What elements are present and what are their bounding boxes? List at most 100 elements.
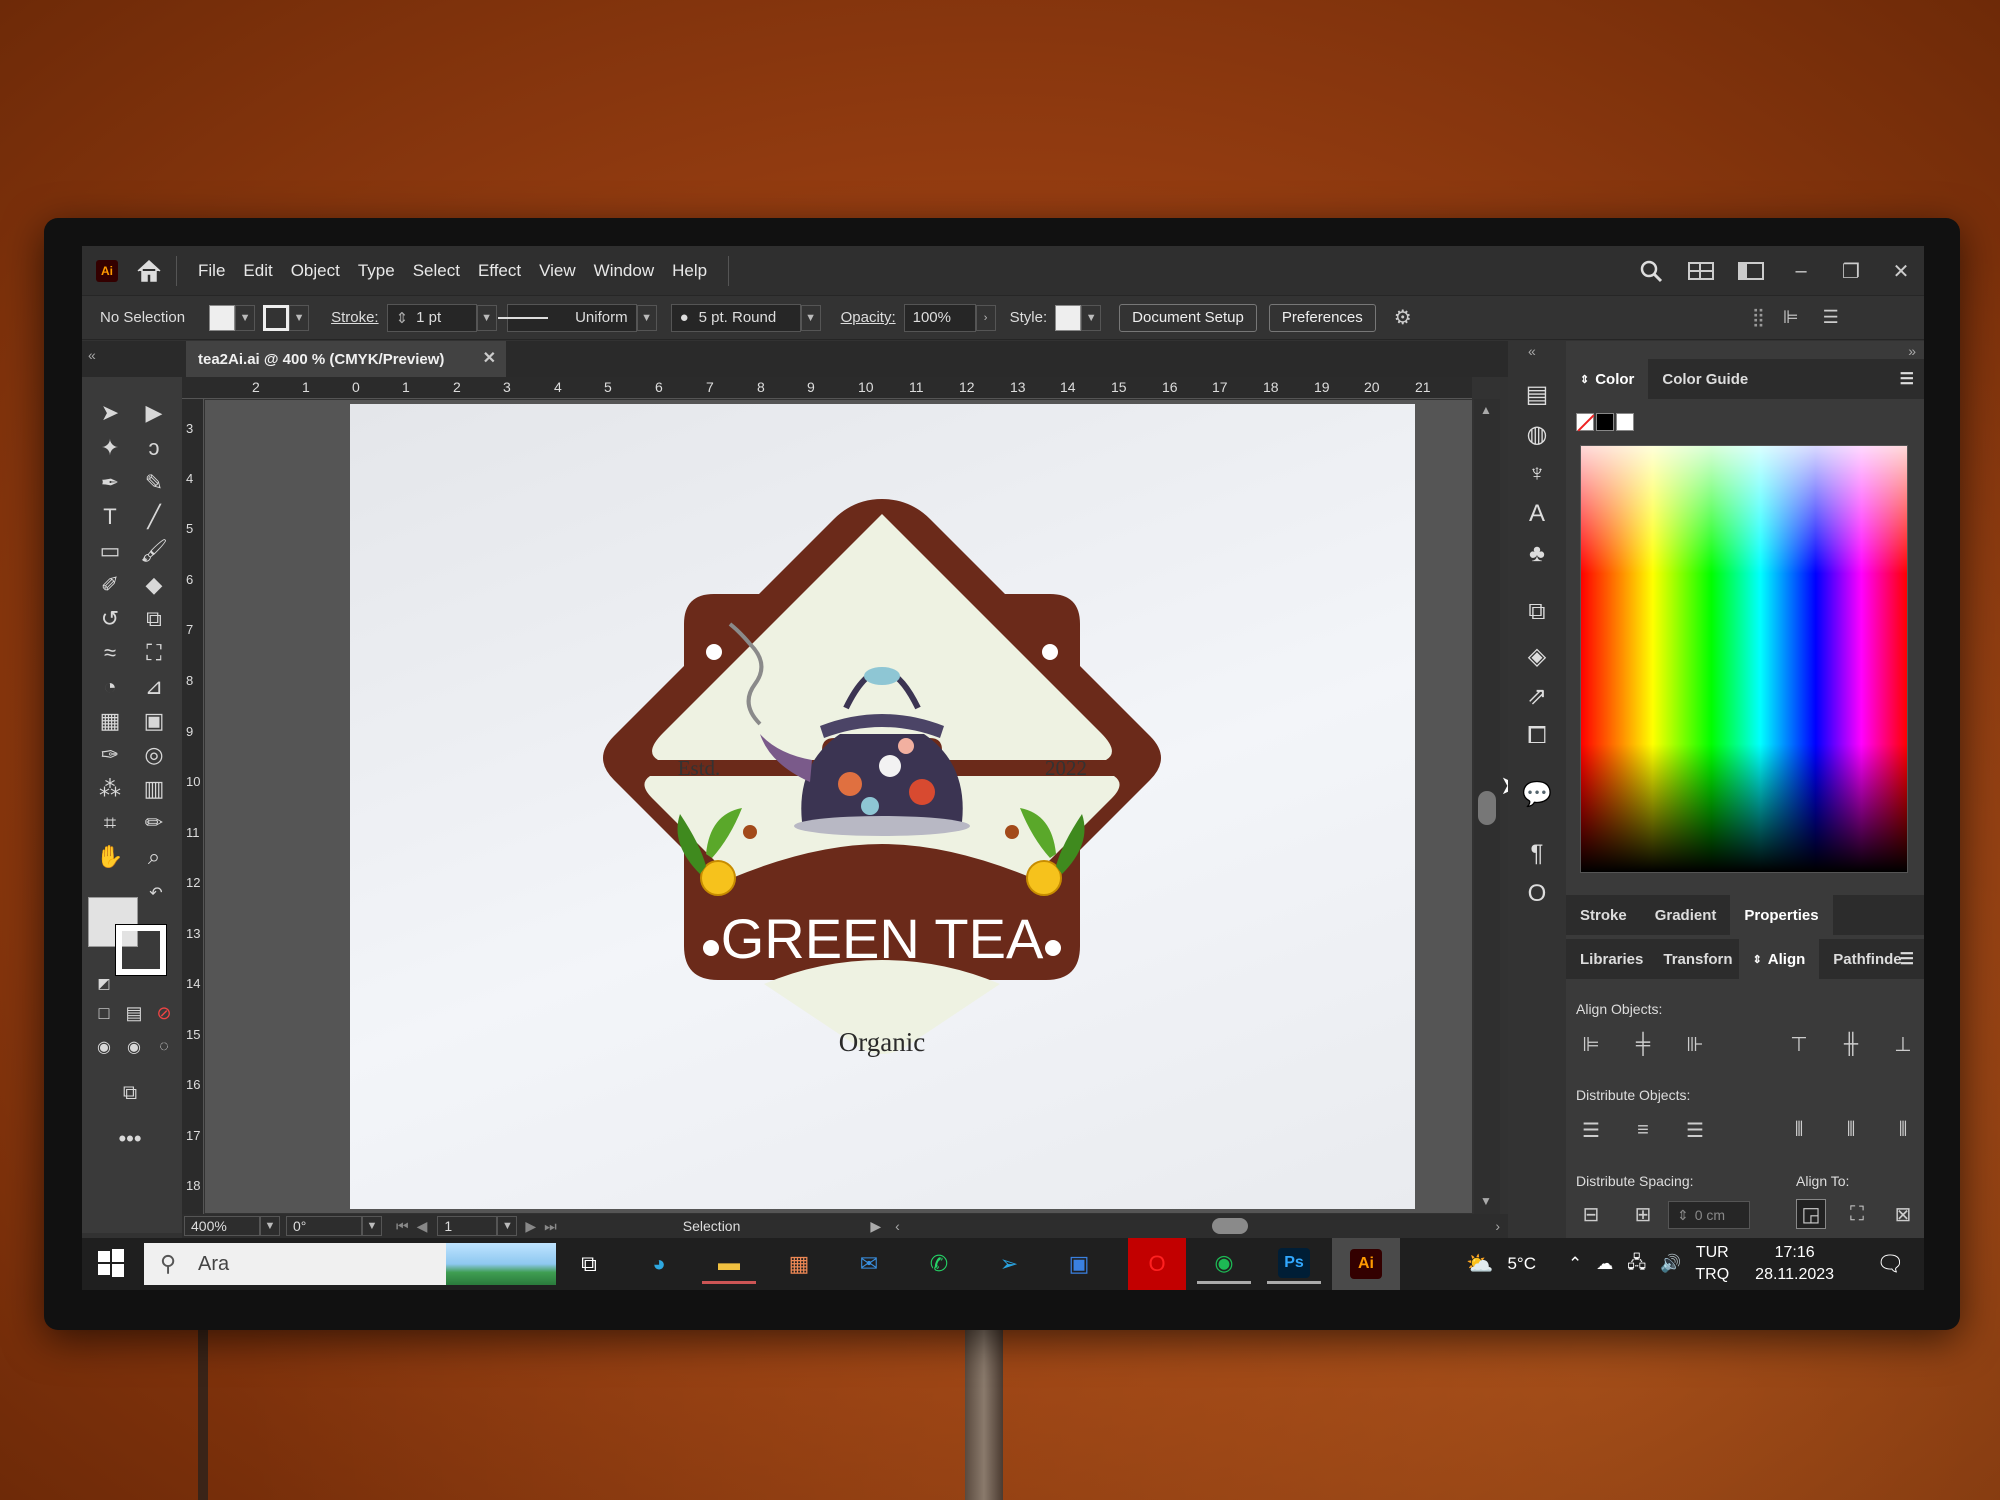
select-similar-icon[interactable]: ⚙: [1394, 305, 1412, 330]
character-panel-icon[interactable]: A: [1522, 499, 1552, 529]
style-dropdown-icon[interactable]: ▼: [1081, 304, 1102, 331]
remote-desktop-icon[interactable]: ▣: [1052, 1244, 1106, 1284]
home-icon[interactable]: [134, 256, 164, 286]
scroll-right-icon[interactable]: ›: [1495, 1218, 1500, 1234]
distribute-left-icon[interactable]: ⦀: [1784, 1115, 1814, 1145]
workspace-icon[interactable]: [1686, 256, 1716, 286]
screen-mode-icon[interactable]: ⧉: [112, 1077, 148, 1109]
stroke-swatch[interactable]: [263, 304, 290, 331]
opacity-arrow-icon[interactable]: ›: [975, 304, 996, 331]
rotate-tool-icon[interactable]: ↺: [92, 603, 128, 635]
paintbrush-icon[interactable]: 🖌: [136, 535, 172, 567]
menu-object[interactable]: Object: [282, 261, 349, 281]
illustrator-icon[interactable]: Ai: [1332, 1238, 1400, 1290]
slice-tool-icon[interactable]: ✏: [136, 807, 172, 839]
menu-type[interactable]: Type: [349, 261, 404, 281]
expand-panels-icon[interactable]: »: [1908, 343, 1916, 359]
scroll-left-icon[interactable]: ‹: [895, 1218, 900, 1234]
type-tool-icon[interactable]: T: [92, 501, 128, 533]
restore-icon[interactable]: ❐: [1836, 256, 1866, 286]
color-panel-menu-icon[interactable]: ☰: [1900, 369, 1914, 389]
puppet-warp-icon[interactable]: ♆: [1522, 459, 1552, 489]
align-panel-icon[interactable]: ⣿: [1752, 307, 1765, 328]
rotation-field[interactable]: 0°: [286, 1216, 362, 1236]
network-icon[interactable]: 🖧: [1627, 1250, 1646, 1279]
tab-stroke[interactable]: Stroke: [1566, 895, 1641, 935]
distribute-top-icon[interactable]: ☰: [1576, 1115, 1606, 1145]
menu-view[interactable]: View: [530, 261, 585, 281]
distribute-right-icon[interactable]: ⦀: [1888, 1115, 1918, 1145]
free-transform-icon[interactable]: ⛶: [136, 637, 172, 669]
distribute-horizontal-center-icon[interactable]: ⦀: [1836, 1115, 1866, 1145]
brush-definition[interactable]: ● 5 pt. Round: [670, 303, 801, 332]
properties-panel-icon[interactable]: ▤: [1522, 379, 1552, 409]
align-top-icon[interactable]: ⊤: [1784, 1029, 1814, 1059]
variable-width-profile[interactable]: Uniform: [497, 303, 637, 332]
pen-tool-icon[interactable]: ✒: [92, 467, 128, 499]
artboard[interactable]: Estd. 2022 GREEN TEA Organic: [350, 404, 1415, 1209]
distribute-bottom-icon[interactable]: ☰: [1680, 1115, 1710, 1145]
style-swatch[interactable]: [1055, 304, 1082, 331]
file-explorer-icon[interactable]: ▬: [702, 1244, 756, 1284]
tab-transform[interactable]: Transforn: [1657, 939, 1738, 979]
onedrive-icon[interactable]: ☁: [1596, 1254, 1613, 1274]
menu-help[interactable]: Help: [663, 261, 716, 281]
next-artboard-icon[interactable]: ▶: [525, 1218, 536, 1235]
gradient-tool-icon[interactable]: ▣: [136, 705, 172, 737]
artboard-number-field[interactable]: 1: [437, 1216, 498, 1236]
glyphs-panel-icon[interactable]: O: [1522, 879, 1552, 909]
search-icon[interactable]: [1636, 256, 1666, 286]
blend-tool-icon[interactable]: ◎: [136, 739, 172, 771]
tab-close-icon[interactable]: ✕: [483, 348, 496, 368]
scale-tool-icon[interactable]: ⧉: [136, 603, 172, 635]
horizontal-scroll-thumb[interactable]: [1212, 1218, 1248, 1234]
windows-start-icon[interactable]: [96, 1248, 126, 1283]
rectangle-tool-icon[interactable]: ▭: [92, 535, 128, 567]
align-right-icon[interactable]: ⊪: [1680, 1029, 1710, 1059]
symbol-sprayer-icon[interactable]: ⁂: [92, 773, 128, 805]
opera-icon[interactable]: O: [1128, 1238, 1186, 1290]
minimize-icon[interactable]: –: [1786, 256, 1816, 286]
opacity-label[interactable]: Opacity:: [841, 309, 896, 326]
hand-tool-icon[interactable]: ✋: [92, 841, 128, 873]
menu-window[interactable]: Window: [585, 261, 663, 281]
perspective-grid-icon[interactable]: ⊿: [136, 671, 172, 703]
collapse-panels-icon[interactable]: «: [1528, 343, 1536, 359]
more-tools-icon[interactable]: •••: [112, 1123, 148, 1155]
lasso-icon[interactable]: ↄ: [136, 432, 172, 464]
canvas-area[interactable]: Estd. 2022 GREEN TEA Organic ➤: [205, 400, 1522, 1213]
zoom-field[interactable]: 400%: [184, 1216, 260, 1236]
document-tab[interactable]: tea2Ai.ai @ 400 % (CMYK/Preview) ✕: [186, 341, 506, 377]
none-mode-icon[interactable]: ⊘: [146, 997, 182, 1029]
tab-libraries[interactable]: Libraries: [1566, 939, 1657, 979]
panel-menu-icon[interactable]: ☰: [1823, 307, 1839, 328]
menu-effect[interactable]: Effect: [469, 261, 530, 281]
default-colors-icon[interactable]: ◩: [86, 967, 122, 999]
tab-properties[interactable]: Properties: [1730, 895, 1833, 935]
horizontal-distribute-space-icon[interactable]: ⊞: [1628, 1199, 1658, 1229]
chevron-up-icon[interactable]: ⌃: [1568, 1254, 1582, 1274]
align-panel-menu-icon[interactable]: ☰: [1900, 949, 1914, 969]
vertical-distribute-space-icon[interactable]: ⊟: [1576, 1199, 1606, 1229]
artboard-tool-icon[interactable]: ⌗: [92, 807, 128, 839]
export-panel-icon[interactable]: ⇗: [1522, 681, 1552, 711]
eraser-icon[interactable]: ◆: [136, 569, 172, 601]
comments-panel-icon[interactable]: 💬: [1522, 779, 1552, 809]
weather-temperature[interactable]: 5°C: [1507, 1254, 1536, 1274]
layers-panel-icon[interactable]: ◈: [1522, 641, 1552, 671]
arrange-documents-icon[interactable]: [1736, 256, 1766, 286]
preferences-button[interactable]: Preferences: [1268, 303, 1376, 332]
spotify-icon[interactable]: ◉: [1197, 1244, 1251, 1284]
rotation-dropdown-icon[interactable]: ▼: [362, 1216, 382, 1236]
magic-wand-icon[interactable]: ✦: [92, 432, 128, 464]
volume-icon[interactable]: 🔊: [1660, 1254, 1681, 1274]
curvature-tool-icon[interactable]: ✎: [136, 467, 172, 499]
zoom-dropdown-icon[interactable]: ▼: [260, 1216, 280, 1236]
document-setup-button[interactable]: Document Setup: [1119, 303, 1257, 332]
draw-inside-icon[interactable]: ◌: [146, 1031, 182, 1063]
notification-icon[interactable]: 🗨: [1876, 1251, 1904, 1277]
distribute-vertical-center-icon[interactable]: ≡: [1628, 1115, 1658, 1145]
taskbar-search[interactable]: ⚲ Ara: [144, 1243, 556, 1285]
eyedropper-icon[interactable]: ✑: [92, 739, 128, 771]
zoom-tool-icon[interactable]: ⌕: [136, 841, 172, 873]
